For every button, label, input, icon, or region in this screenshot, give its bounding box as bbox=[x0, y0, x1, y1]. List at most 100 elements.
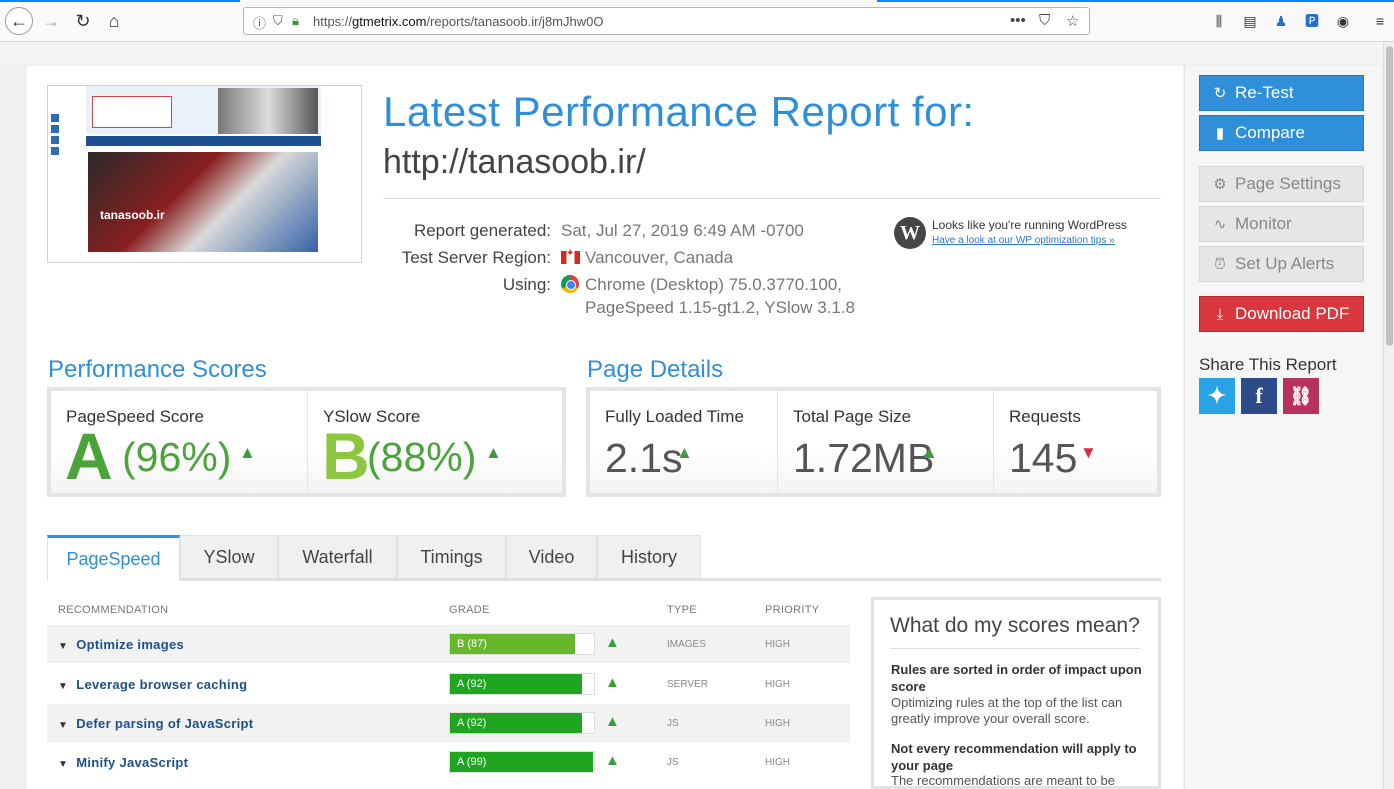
trend-up-icon: ▲ bbox=[605, 674, 620, 691]
reload-button[interactable]: ↻ bbox=[69, 7, 97, 35]
facebook-share-button[interactable]: f bbox=[1241, 378, 1277, 414]
server-region-label: Test Server Region: bbox=[401, 248, 551, 267]
recommendation-priority: HIGH bbox=[765, 718, 790, 729]
caret-down-icon: ▼ bbox=[58, 681, 69, 692]
page-size-cell: Total Page Size 1.72MB ▲ bbox=[778, 391, 994, 493]
page-settings-button[interactable]: ⚙ Page Settings bbox=[1199, 166, 1364, 202]
using-value: Chrome (Desktop) 75.0.3770.100, bbox=[561, 275, 842, 295]
library-icon[interactable]: ⫼ bbox=[1205, 7, 1233, 35]
report-generated-label: Report generated: bbox=[413, 221, 551, 240]
download-pdf-button[interactable]: ⤓ Download PDF bbox=[1199, 296, 1364, 332]
info-icon[interactable]: ⓘ bbox=[253, 13, 266, 32]
vertical-scrollbar[interactable] bbox=[1383, 42, 1394, 789]
monitor-button[interactable]: ∿ Monitor bbox=[1199, 206, 1364, 242]
table-row[interactable]: ▼ Minify JavaScript A (99) ▲ JS HIGH bbox=[47, 743, 850, 781]
recommendation-type: JS bbox=[667, 718, 679, 729]
thumb-banner bbox=[218, 88, 318, 134]
using-label: Using: bbox=[502, 275, 551, 294]
recommendation-name[interactable]: ▼ Defer parsing of JavaScript bbox=[58, 716, 253, 731]
page-actions-icon[interactable]: ••• bbox=[1010, 12, 1026, 29]
table-row[interactable]: ▼ Defer parsing of JavaScript A (92) ▲ JS… bbox=[47, 704, 850, 742]
document-icon: ▮ bbox=[1215, 125, 1225, 142]
recommendation-type: SERVER bbox=[667, 679, 708, 690]
compare-button[interactable]: ▮ Compare bbox=[1199, 115, 1364, 151]
bookmark-star-icon[interactable]: ☆ bbox=[1066, 12, 1079, 30]
recommendation-type: JS bbox=[667, 757, 679, 768]
scroll-thumb[interactable] bbox=[1386, 46, 1393, 346]
pagespeed-grade: A bbox=[65, 419, 113, 493]
trend-up-icon: ▲ bbox=[676, 443, 693, 462]
tab-timings[interactable]: Timings bbox=[397, 535, 506, 578]
link-share-button[interactable]: ⛓ bbox=[1283, 378, 1319, 414]
report-generated-value: Sat, Jul 27, 2019 6:49 AM -0700 bbox=[561, 221, 804, 240]
grade-text: A (92) bbox=[457, 717, 487, 729]
trend-up-icon: ▲ bbox=[605, 634, 620, 651]
column-recommendation: RECOMMENDATION bbox=[58, 604, 169, 616]
trend-up-icon: ▲ bbox=[485, 443, 502, 462]
forward-button[interactable]: → bbox=[37, 7, 65, 35]
tab-yslow[interactable]: YSlow bbox=[180, 535, 278, 578]
recommendation-priority: HIGH bbox=[765, 639, 790, 650]
tab-pagespeed[interactable]: PageSpeed bbox=[47, 535, 180, 581]
home-button[interactable]: ⌂ bbox=[100, 7, 128, 35]
address-bar[interactable]: ⓘ ⛉ 🔒︎ https://gtmetrix.com/reports/tana… bbox=[243, 7, 1090, 35]
wordpress-tips-link[interactable]: Have a look at our WP optimization tips … bbox=[932, 235, 1115, 246]
gear-icon: ⚙ bbox=[1213, 176, 1227, 193]
recommendation-name[interactable]: ▼ Optimize images bbox=[58, 637, 184, 652]
requests-value: 145 bbox=[1009, 435, 1078, 481]
thumb-social-strip bbox=[51, 114, 59, 158]
menu-icon[interactable]: ≡ bbox=[1366, 7, 1394, 35]
column-type: TYPE bbox=[667, 604, 697, 616]
shield-icon[interactable]: ⛉ bbox=[273, 13, 283, 29]
recommendation-priority: HIGH bbox=[765, 679, 790, 690]
tab-indicator bbox=[877, 0, 1394, 2]
extension-globe-icon[interactable]: ◉ bbox=[1329, 7, 1357, 35]
pagespeed-percent: (96%) bbox=[122, 434, 232, 480]
grade-text: A (92) bbox=[457, 678, 487, 690]
explanation-text-1: Optimizing rules at the top of the list … bbox=[891, 695, 1123, 726]
grade-bar: A (99) bbox=[449, 751, 595, 773]
report-title: Latest Performance Report for: bbox=[383, 88, 975, 135]
fully-loaded-label: Fully Loaded Time bbox=[605, 407, 744, 426]
url-prefix: https:// bbox=[313, 14, 353, 29]
table-row[interactable]: ▼ Optimize images B (87) ▲ IMAGES HIGH bbox=[47, 625, 850, 663]
performance-scores-heading: Performance Scores bbox=[48, 356, 267, 383]
caret-down-icon: ▼ bbox=[58, 720, 69, 731]
pocket-icon[interactable]: ⛉ bbox=[1039, 12, 1050, 29]
trend-up-icon: ▲ bbox=[605, 713, 620, 730]
pagespeed-score-cell: PageSpeed Score A (96%) ▲ bbox=[51, 391, 308, 493]
lock-icon[interactable]: 🔒︎ bbox=[292, 13, 299, 29]
trend-up-icon: ▲ bbox=[921, 443, 938, 462]
grade-bar: A (92) bbox=[449, 673, 595, 695]
recommendation-name[interactable]: ▼ Minify JavaScript bbox=[58, 755, 188, 770]
grade-bar: B (87) bbox=[449, 633, 595, 655]
back-button[interactable]: ← bbox=[5, 7, 33, 35]
tab-waterfall[interactable]: Waterfall bbox=[278, 535, 397, 578]
extension-icon[interactable]: ♟ bbox=[1267, 7, 1295, 35]
trend-up-icon: ▲ bbox=[605, 752, 620, 769]
explanation-title: What do my scores mean? bbox=[890, 614, 1140, 637]
fully-loaded-value: 2.1s bbox=[605, 435, 683, 481]
grade-bar: A (92) bbox=[449, 712, 595, 734]
retest-button[interactable]: ↻ Re-Test bbox=[1199, 75, 1364, 111]
table-row[interactable]: ▼ Leverage browser caching A (92) ▲ SERVE… bbox=[47, 665, 850, 703]
link-icon: ⛓ bbox=[1289, 385, 1313, 406]
using-tools: PageSpeed 1.15-gt1.2, YSlow 3.1.8 bbox=[585, 298, 855, 317]
sidebar-toggle-icon[interactable]: ▤ bbox=[1236, 7, 1264, 35]
region-text: Vancouver, Canada bbox=[585, 248, 734, 267]
recommendation-name[interactable]: ▼ Leverage browser caching bbox=[58, 677, 247, 692]
divider bbox=[383, 198, 1161, 199]
extension-p-icon[interactable]: 🅿︎ bbox=[1298, 7, 1326, 35]
tab-history[interactable]: History bbox=[597, 535, 701, 578]
arrow-right-icon: → bbox=[42, 10, 60, 31]
explanation-point-1: Rules are sorted in order of impact upon… bbox=[891, 662, 1142, 694]
tab-video[interactable]: Video bbox=[506, 535, 597, 578]
setup-alerts-button[interactable]: ⏰︎ Set Up Alerts bbox=[1199, 246, 1364, 282]
caret-down-icon: ▼ bbox=[58, 641, 69, 652]
grade-text: A (99) bbox=[457, 756, 487, 768]
yslow-score-cell: YSlow Score B (88%) ▲ bbox=[308, 391, 562, 493]
url-text[interactable]: https://gtmetrix.com/reports/tanasoob.ir… bbox=[313, 14, 603, 29]
twitter-share-button[interactable]: ✦ bbox=[1199, 378, 1235, 414]
share-report-label: Share This Report bbox=[1199, 355, 1337, 374]
chrome-icon bbox=[561, 275, 579, 293]
